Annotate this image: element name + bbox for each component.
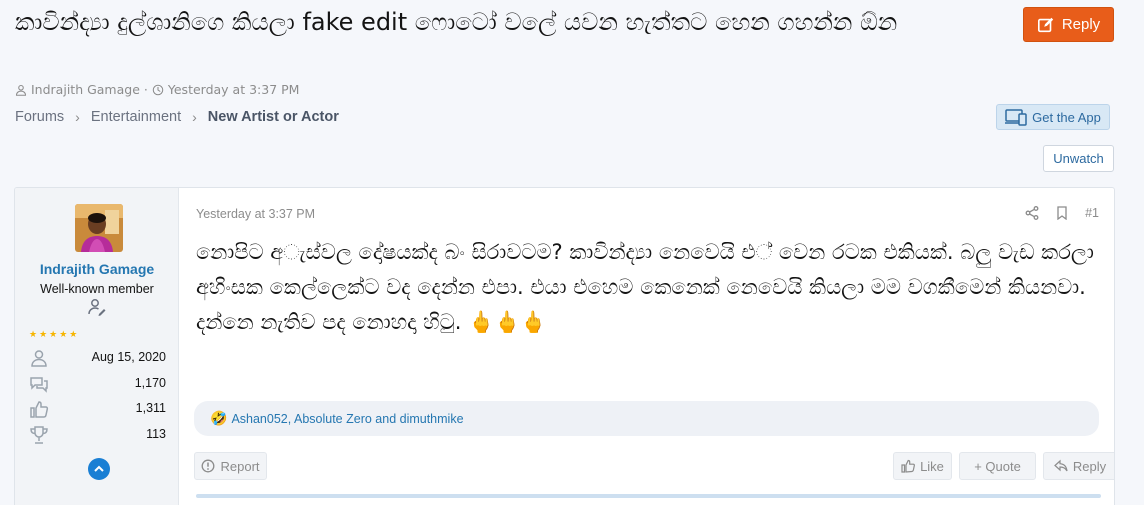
rating-stars: ★★★★★	[29, 330, 80, 340]
reply-button[interactable]: Reply	[1023, 7, 1114, 42]
meta-separator: ·	[143, 82, 148, 97]
stat-points: 113	[29, 425, 166, 445]
clock-icon	[152, 84, 164, 95]
reactions-users[interactable]: Ashan052, Absolute Zero and dimuthmike	[231, 412, 463, 426]
get-the-app-button[interactable]: Get the App	[996, 104, 1110, 130]
reactions-bar[interactable]: 🤣 Ashan052, Absolute Zero and dimuthmike	[194, 401, 1099, 436]
stat-messages-value: 1,170	[134, 376, 166, 390]
unwatch-button[interactable]: Unwatch	[1043, 145, 1114, 172]
post-tools: #1	[1025, 206, 1099, 220]
get-the-app-label: Get the App	[1032, 109, 1101, 125]
breadcrumb-separator: ›	[192, 109, 197, 125]
stat-messages: 1,170	[29, 374, 166, 394]
breadcrumb-item-entertainment[interactable]: Entertainment	[91, 109, 181, 125]
devices-icon	[1005, 108, 1027, 126]
edit-icon	[1037, 17, 1054, 32]
like-label: Like	[920, 458, 944, 474]
breadcrumb: Forums › Entertainment › New Artist or A…	[15, 109, 339, 125]
thread-author-link[interactable]: Indrajith Gamage	[31, 82, 140, 97]
post-user-panel: Indrajith Gamage Well-known member ★★★★★…	[15, 188, 179, 505]
post-reply-button[interactable]: Reply	[1043, 452, 1114, 480]
messages-icon	[30, 377, 48, 393]
stat-joined-value: Aug 15, 2020	[91, 350, 166, 364]
reply-button-label: Reply	[1061, 16, 1101, 33]
breadcrumb-separator: ›	[75, 109, 80, 125]
stat-joined: Aug 15, 2020	[29, 348, 166, 368]
member-badge-icon	[88, 299, 106, 316]
thread-date-link[interactable]: Yesterday at 3:37 PM	[168, 82, 300, 97]
chevron-up-icon	[94, 465, 104, 472]
post-body: නොපිට අ◌ැස්වල දෝෂයක්ද බං සිරාවටම? කාවින්…	[196, 240, 1094, 334]
scroll-to-top-button[interactable]	[88, 458, 110, 480]
stat-reactions: 1,311	[29, 399, 166, 419]
post-user-name[interactable]: Indrajith Gamage	[15, 261, 179, 277]
avatar[interactable]	[75, 204, 123, 252]
laughing-emoji-icon: 🤣	[210, 410, 228, 426]
like-button[interactable]: Like	[893, 452, 952, 480]
post-user-title: Well-known member	[40, 282, 154, 296]
bookmark-icon[interactable]	[1055, 206, 1069, 220]
trophy-icon	[30, 426, 48, 444]
thread-title: කාවින්ද්‍යා දුල්ශානිගෙ කියලා fake edit ෆ…	[15, 8, 898, 36]
post-number[interactable]: #1	[1085, 206, 1099, 220]
user-icon	[15, 84, 27, 96]
post-reply-label: Reply	[1072, 458, 1107, 474]
stat-reactions-value: 1,311	[135, 401, 166, 415]
share-icon[interactable]	[1025, 206, 1039, 220]
post-footer-divider	[196, 494, 1101, 498]
stat-points-value: 113	[146, 427, 166, 441]
reply-arrow-icon	[1053, 459, 1068, 472]
thread-meta: Indrajith Gamage · Yesterday at 3:37 PM	[15, 82, 299, 97]
report-label: Report	[220, 458, 260, 474]
post: Indrajith Gamage Well-known member ★★★★★…	[14, 187, 1115, 505]
quote-button[interactable]: + Quote	[959, 452, 1036, 480]
alert-icon	[202, 459, 215, 473]
report-button[interactable]: Report	[194, 452, 267, 480]
post-main: Yesterday at 3:37 PM #1 නොපිට අ◌ැස්වල දෝ…	[180, 188, 1114, 505]
thumbs-up-icon	[901, 459, 916, 473]
user-icon	[31, 350, 47, 367]
thumbs-up-icon	[30, 401, 49, 418]
breadcrumb-item-forums[interactable]: Forums	[15, 109, 64, 125]
breadcrumb-item-current[interactable]: New Artist or Actor	[208, 109, 339, 125]
post-date-link[interactable]: Yesterday at 3:37 PM	[196, 207, 315, 221]
